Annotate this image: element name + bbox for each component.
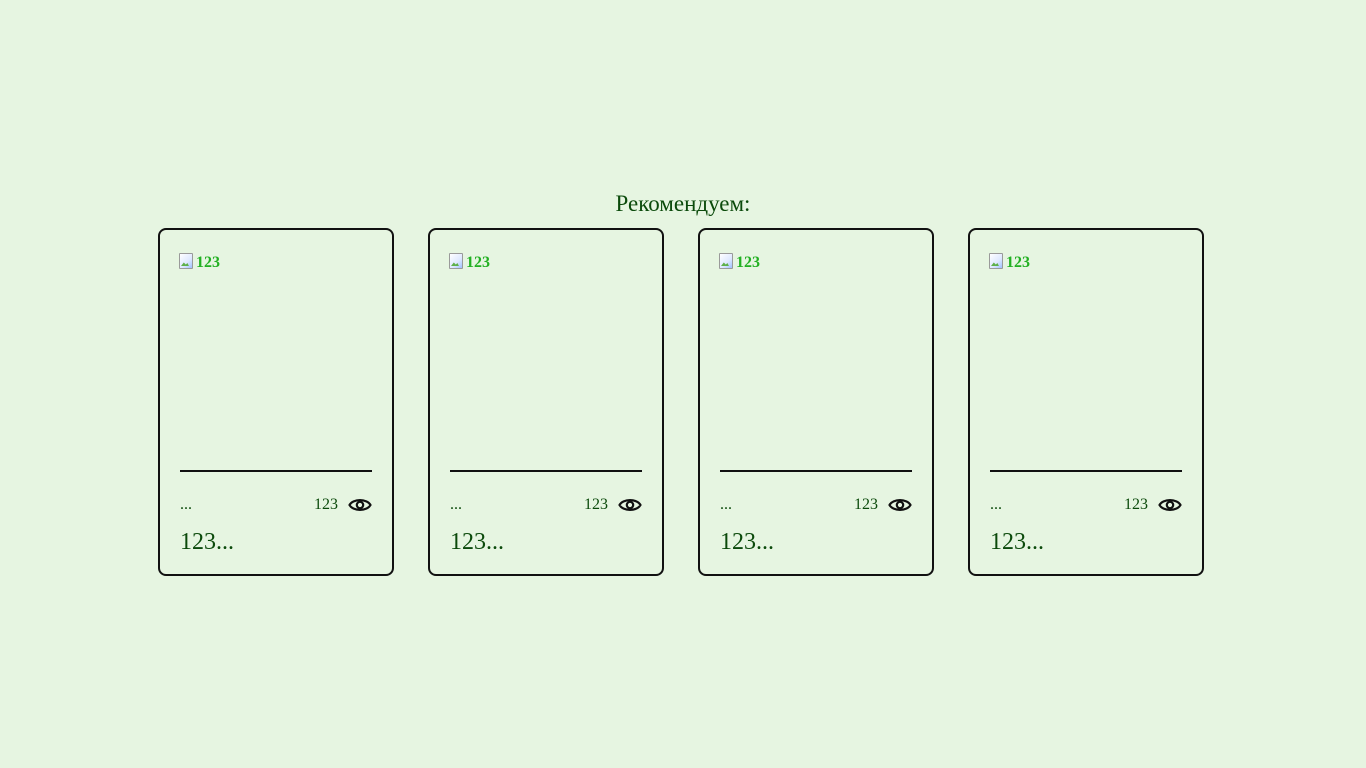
card-image[interactable]: 123 (178, 250, 220, 272)
card-title[interactable]: 123... (450, 528, 504, 556)
broken-image-icon (988, 252, 1004, 270)
card-image-alt: 123 (1006, 254, 1030, 271)
card-divider (720, 470, 912, 472)
card-title[interactable]: 123... (180, 528, 234, 556)
recommendation-card[interactable]: 123 ... 123 123... (158, 228, 394, 576)
card-views: 123 (584, 494, 642, 516)
card-image-alt: 123 (736, 254, 760, 271)
card-meta: ... (180, 496, 192, 513)
eye-icon (348, 499, 372, 511)
section-heading: Рекомендуем: (615, 191, 751, 216)
eye-icon (1158, 499, 1182, 511)
card-meta: ... (450, 496, 462, 513)
recommendations-section: Рекомендуем: 123 ... 123 123... 123 ... (0, 0, 1366, 768)
card-views: 123 (854, 494, 912, 516)
card-views-count: 123 (1124, 496, 1148, 513)
card-title[interactable]: 123... (990, 528, 1044, 556)
card-divider (180, 470, 372, 472)
card-title[interactable]: 123... (720, 528, 774, 556)
eye-icon (888, 499, 912, 511)
recommendation-card[interactable]: 123 ... 123 123... (968, 228, 1204, 576)
card-meta-row: ... 123 (180, 494, 372, 516)
recommendation-card[interactable]: 123 ... 123 123... (428, 228, 664, 576)
card-meta-row: ... 123 (450, 494, 642, 516)
recommendation-card[interactable]: 123 ... 123 123... (698, 228, 934, 576)
card-views-count: 123 (584, 496, 608, 513)
card-divider (450, 470, 642, 472)
card-image[interactable]: 123 (718, 250, 760, 272)
eye-icon (618, 499, 642, 511)
card-image[interactable]: 123 (448, 250, 490, 272)
card-views: 123 (1124, 494, 1182, 516)
broken-image-icon (178, 252, 194, 270)
card-meta-row: ... 123 (990, 494, 1182, 516)
card-meta: ... (720, 496, 732, 513)
card-meta-row: ... 123 (720, 494, 912, 516)
broken-image-icon (448, 252, 464, 270)
card-meta: ... (990, 496, 1002, 513)
card-image[interactable]: 123 (988, 250, 1030, 272)
card-divider (990, 470, 1182, 472)
card-views-count: 123 (854, 496, 878, 513)
broken-image-icon (718, 252, 734, 270)
card-views-count: 123 (314, 496, 338, 513)
card-image-alt: 123 (466, 254, 490, 271)
card-image-alt: 123 (196, 254, 220, 271)
card-views: 123 (314, 494, 372, 516)
